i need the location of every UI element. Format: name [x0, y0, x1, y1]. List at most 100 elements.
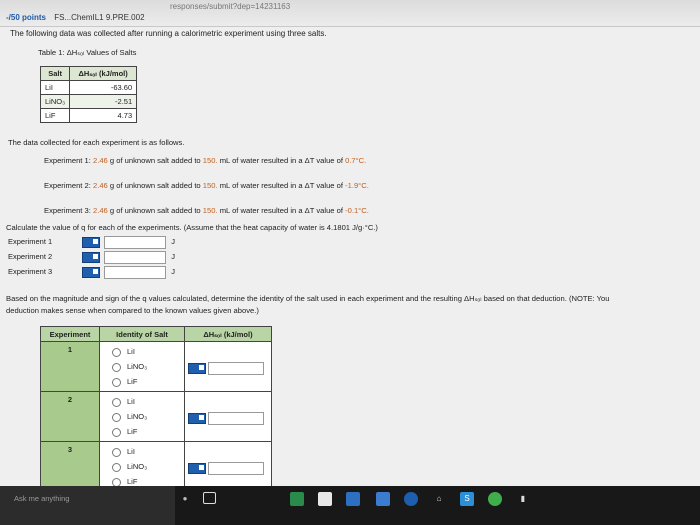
radio-button[interactable]: [112, 427, 121, 437]
unit-label: J: [171, 252, 176, 262]
salt-options: LiI LiNO₃ LiF: [99, 391, 185, 442]
search-placeholder: Ask me anything: [14, 494, 70, 503]
dh-answer-cell: [184, 391, 272, 442]
delta-t-value: 0.7°C.: [345, 156, 367, 165]
table-row: LiI -63.60: [39, 80, 138, 95]
unit-label: J: [171, 267, 176, 277]
answer-label: Experiment 2: [8, 252, 53, 262]
tools-icon[interactable]: [82, 252, 101, 263]
browser-top-bar: responses/submit?dep=14231163 -/50 point…: [0, 0, 700, 27]
table-row: 1 LiI LiNO₃ LiF: [40, 341, 272, 392]
chrome-icon[interactable]: [488, 492, 502, 506]
dh-answer-cell: [184, 341, 272, 392]
taskbar: Ask me anything ● ⌂ S ▮: [0, 486, 700, 525]
option-lino3[interactable]: LiNO₃: [106, 359, 178, 374]
points-label: -/50 points: [6, 13, 47, 22]
experiment-number: 3: [40, 441, 100, 492]
experiment-text: g of unknown salt added to: [109, 181, 201, 190]
skype-icon[interactable]: S: [460, 492, 474, 506]
mass-value: 2.46: [92, 181, 108, 190]
radio-button[interactable]: [112, 462, 121, 472]
option-lino3[interactable]: LiNO₃: [106, 409, 178, 424]
volume-value: 150.: [202, 156, 218, 165]
notepad-icon[interactable]: [318, 492, 332, 506]
option-lif[interactable]: LiF: [106, 424, 178, 439]
option-lii[interactable]: LiI: [106, 344, 178, 359]
radio-button[interactable]: [112, 397, 121, 407]
option-lif[interactable]: LiF: [106, 374, 178, 389]
task-view-icon[interactable]: [203, 492, 216, 504]
experiment-label: Experiment 3:: [44, 206, 91, 215]
tools-icon[interactable]: [188, 413, 206, 424]
taskbar-app-icon[interactable]: ▮: [516, 492, 530, 506]
tools-icon[interactable]: [188, 363, 206, 374]
browser-icon[interactable]: [404, 492, 418, 506]
experiment-text: g of unknown salt added to: [109, 206, 201, 215]
salt-values-table: Salt ΔHₛₒₗ (kJ/mol) LiI -63.60 LiNO₃ -2.…: [39, 66, 138, 123]
q-answer-input[interactable]: [104, 251, 167, 264]
radio-button[interactable]: [112, 447, 121, 457]
dh-answer-input[interactable]: [208, 412, 264, 425]
salt-dh: 4.73: [69, 108, 138, 123]
taskbar-search[interactable]: Ask me anything: [0, 486, 175, 525]
tools-icon[interactable]: [188, 463, 206, 474]
identity-table: Experiment Identity of Salt ΔHₛₒₗ (kJ/mo…: [40, 326, 272, 492]
answer-label: Experiment 3: [8, 267, 53, 277]
mass-value: 2.46: [92, 206, 108, 215]
experiment-text: mL of water resulted in a ΔT value of: [219, 206, 343, 215]
experiment-label: Experiment 1:: [44, 156, 91, 165]
dh-answer-input[interactable]: [208, 362, 264, 375]
identity-prompt: Based on the magnitude and sign of the q…: [6, 294, 610, 303]
answer-row: Experiment 2 J: [8, 251, 175, 264]
question-header: -/50 points FS...ChemIL1 9.PRE.002: [6, 13, 145, 22]
answer-label: Experiment 1: [8, 237, 53, 247]
option-lii[interactable]: LiI: [106, 394, 178, 409]
experiment-number: 2: [40, 391, 100, 442]
answer-row: Experiment 1 J: [8, 236, 175, 249]
experiment-line: Experiment 2: 2.46 g of unknown salt add…: [44, 181, 369, 190]
table2-header-dh: ΔHₛₒₗ (kJ/mol): [184, 326, 272, 342]
calc-prompt: Calculate the value of q for each of the…: [6, 223, 378, 232]
experiment-text: g of unknown salt added to: [109, 156, 201, 165]
unit-label: J: [171, 237, 176, 247]
salt-name: LiNO₃: [39, 94, 71, 109]
experiment-text: mL of water resulted in a ΔT value of: [219, 156, 343, 165]
table-row: 2 LiI LiNO₃ LiF: [40, 391, 272, 442]
tools-icon[interactable]: [82, 237, 101, 248]
salt-options: LiI LiNO₃ LiF: [99, 341, 185, 392]
salt-name: LiF: [39, 108, 71, 123]
salt-name: LiI: [39, 80, 71, 95]
app-icon[interactable]: [346, 492, 360, 506]
radio-button[interactable]: [112, 362, 121, 372]
volume-value: 150.: [202, 206, 218, 215]
table2-header-identity: Identity of Salt: [99, 326, 185, 342]
salt-options: LiI LiNO₃ LiF: [99, 441, 185, 492]
dh-answer-input[interactable]: [208, 462, 264, 475]
table-caption: Table 1: ΔHₛₒₗ Values of Salts: [38, 48, 137, 57]
delta-t-value: -1.9°C.: [345, 181, 369, 190]
calendar-icon[interactable]: [376, 492, 390, 506]
microphone-icon[interactable]: ●: [178, 492, 192, 506]
option-lino3[interactable]: LiNO₃: [106, 459, 178, 474]
table2-header-experiment: Experiment: [40, 326, 100, 342]
home-icon[interactable]: ⌂: [432, 492, 446, 506]
table-header-dh: ΔHₛₒₗ (kJ/mol): [69, 66, 138, 81]
answer-row: Experiment 3 J: [8, 266, 175, 279]
store-icon[interactable]: [290, 492, 304, 506]
salt-dh: -2.51: [69, 94, 138, 109]
option-lii[interactable]: LiI: [106, 444, 178, 459]
radio-button[interactable]: [112, 347, 121, 357]
course-label: FS...ChemIL1 9.PRE.002: [54, 13, 145, 22]
question-intro: The following data was collected after r…: [10, 29, 327, 38]
salt-dh: -63.60: [69, 80, 138, 95]
tools-icon[interactable]: [82, 267, 101, 278]
radio-button[interactable]: [112, 377, 121, 387]
experiment-label: Experiment 2:: [44, 181, 91, 190]
q-answer-input[interactable]: [104, 266, 167, 279]
experiment-text: mL of water resulted in a ΔT value of: [219, 181, 343, 190]
radio-button[interactable]: [112, 412, 121, 422]
table-row: 3 LiI LiNO₃ LiF: [40, 441, 272, 492]
volume-value: 150.: [202, 181, 218, 190]
q-answer-input[interactable]: [104, 236, 167, 249]
table-row: LiF 4.73: [39, 108, 138, 123]
